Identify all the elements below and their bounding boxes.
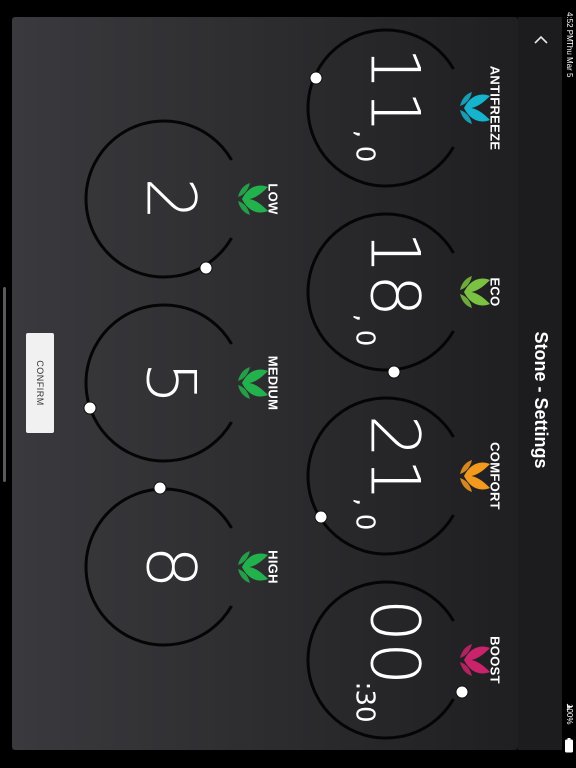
- dial-value-main: 18: [355, 231, 434, 318]
- temp-dial-antifreeze[interactable]: ANTIFREEZE 11, 0: [306, 28, 503, 188]
- leaf-icon: [460, 644, 490, 676]
- dials-layer: ANTIFREEZE11,0ECO18,0COMFORT21,0BOOST00:…: [83, 28, 503, 740]
- level-dial-high[interactable]: HIGH 8: [84, 481, 281, 647]
- dial-value-main: 21: [355, 415, 434, 502]
- leaf-icon: [238, 183, 268, 215]
- dial-value-fraction: 0: [350, 330, 380, 347]
- leaf-icon: [238, 367, 268, 399]
- dial-label: ECO: [488, 277, 503, 306]
- dial-knob-handle[interactable]: [83, 401, 97, 415]
- dial-label: LOW: [266, 183, 281, 215]
- level-dial-low[interactable]: LOW 2: [84, 119, 281, 279]
- dial-value-main: 2: [131, 177, 210, 220]
- dial-value-fraction: 0: [350, 514, 380, 531]
- dial-value-separator: ,: [350, 130, 380, 138]
- dial-knob-handle[interactable]: [314, 510, 328, 524]
- dial-value-fraction: 30: [350, 689, 380, 722]
- dial-value-separator: ,: [350, 314, 380, 322]
- dial-knob-handle[interactable]: [153, 481, 167, 495]
- dial-knob-handle[interactable]: [455, 685, 469, 699]
- dial-value-main: 8: [131, 545, 210, 588]
- confirm-button-label: CONFIRM: [35, 360, 45, 406]
- dial-label: COMFORT: [488, 442, 503, 510]
- leaf-icon: [460, 276, 490, 308]
- leaf-icon: [460, 92, 490, 124]
- app-screen: Stone - Settings 4:52 PM Thu Mar 5 100% …: [0, 0, 576, 768]
- dial-value-main: 11: [355, 47, 434, 134]
- dial-knob-handle[interactable]: [199, 261, 213, 275]
- dial-value-main: 00: [355, 599, 434, 686]
- temp-dial-boost[interactable]: BOOST00:30: [306, 580, 503, 740]
- leaf-icon: [460, 460, 490, 492]
- dial-value-fraction: 0: [350, 146, 380, 163]
- dial-label: ANTIFREEZE: [488, 66, 503, 151]
- dial-value-main: 5: [131, 361, 210, 404]
- level-dial-medium[interactable]: MEDIUM 5: [83, 303, 281, 463]
- dial-label: HIGH: [266, 550, 281, 584]
- leaf-icon: [238, 551, 268, 583]
- dial-label: MEDIUM: [266, 356, 281, 411]
- dial-knob-handle[interactable]: [387, 365, 401, 379]
- confirm-button[interactable]: CONFIRM: [26, 333, 54, 433]
- dial-value-separator: ,: [350, 498, 380, 506]
- temp-dial-comfort[interactable]: COMFORT 21, 0: [306, 396, 503, 556]
- temp-dial-eco[interactable]: ECO 18, 0: [306, 212, 503, 379]
- dial-label: BOOST: [488, 636, 503, 684]
- dial-knob-handle[interactable]: [309, 71, 323, 85]
